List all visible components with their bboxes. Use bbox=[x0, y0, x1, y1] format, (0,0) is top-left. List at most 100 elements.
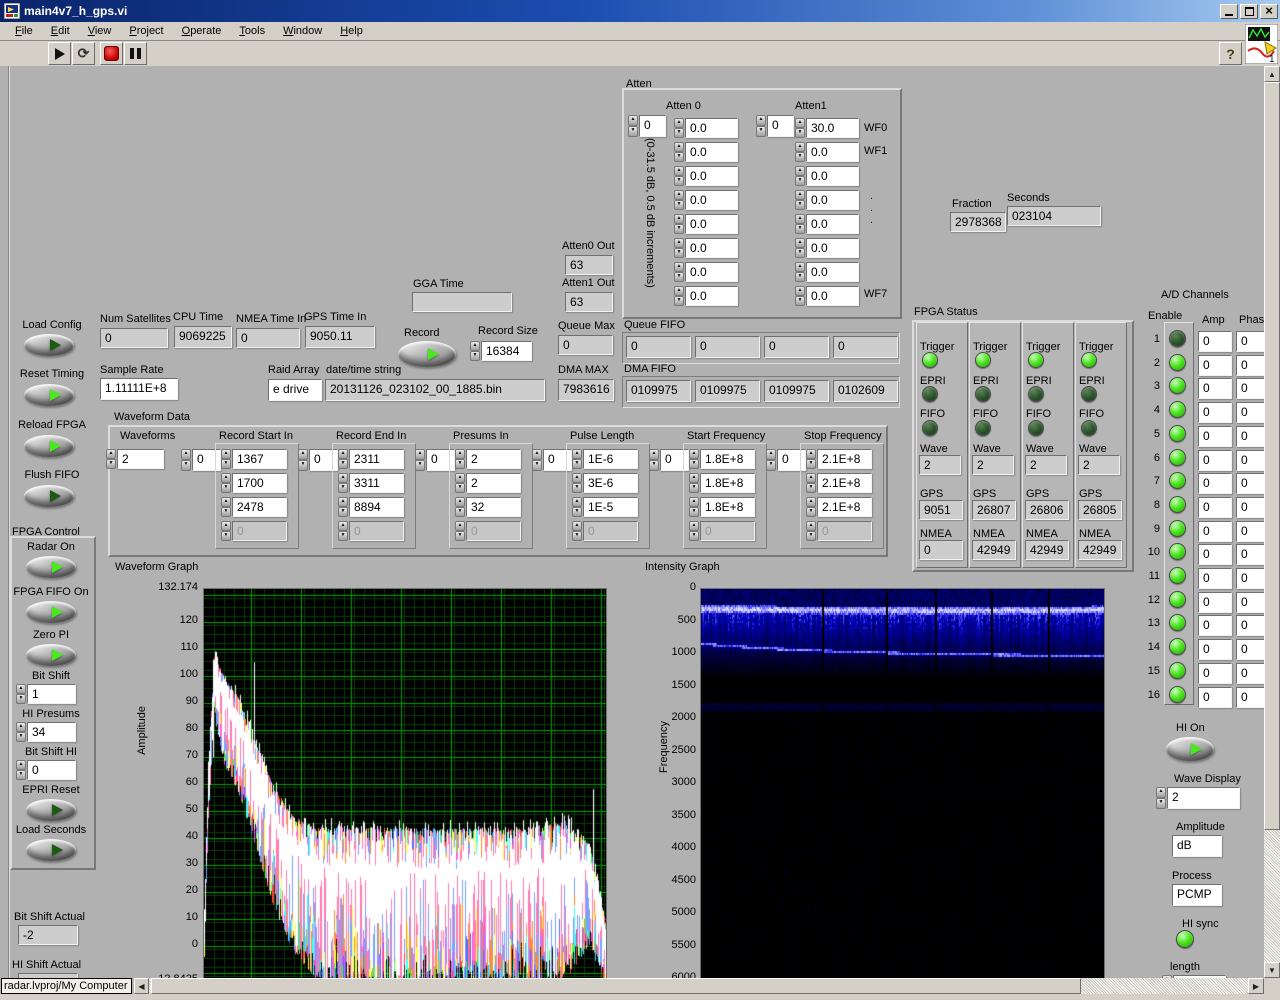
scroll-down-icon[interactable]: ▼ bbox=[1264, 962, 1280, 978]
wfd-value-value[interactable]: 8894 bbox=[349, 497, 404, 517]
decrement-icon[interactable]: ▼ bbox=[16, 732, 26, 742]
decrement-icon[interactable]: ▼ bbox=[674, 272, 684, 282]
amp-input[interactable]: 0 bbox=[1198, 331, 1232, 352]
decrement-icon[interactable]: ▼ bbox=[221, 507, 231, 517]
horizontal-scrollbar[interactable]: ▶ bbox=[149, 978, 1264, 994]
menu-edit[interactable]: Edit bbox=[42, 23, 79, 39]
decrement-icon[interactable]: ▼ bbox=[795, 200, 805, 210]
atten0-index-value[interactable]: 0 bbox=[639, 115, 666, 137]
increment-icon[interactable]: ▲ bbox=[16, 760, 26, 770]
increment-icon[interactable]: ▲ bbox=[795, 190, 805, 200]
wfd-value[interactable]: ▲ ▼ 1367 bbox=[221, 449, 287, 469]
atten0-value[interactable]: ▲ ▼ 0.0 bbox=[674, 214, 738, 234]
decrement-icon[interactable]: ▼ bbox=[795, 224, 805, 234]
pause-button[interactable] bbox=[124, 42, 147, 65]
atten0-value[interactable]: ▲ ▼ 0.0 bbox=[674, 262, 738, 282]
increment-icon[interactable]: ▲ bbox=[338, 473, 348, 483]
run-continuous-button[interactable]: ⟳ bbox=[72, 42, 95, 65]
decrement-icon[interactable]: ▼ bbox=[221, 531, 231, 541]
project-tab[interactable]: radar.lvproj/My Computer bbox=[1, 978, 132, 994]
increment-icon[interactable]: ▲ bbox=[572, 473, 582, 483]
increment-icon[interactable]: ▲ bbox=[674, 238, 684, 248]
wfd-value-value[interactable]: 1.8E+8 bbox=[700, 473, 755, 493]
wfd-value-value[interactable]: 0 bbox=[466, 521, 521, 541]
wfd-value-value[interactable]: 2.1E+8 bbox=[817, 449, 872, 469]
wfd-value[interactable]: ▲ ▼ 3311 bbox=[338, 473, 404, 493]
increment-icon[interactable]: ▲ bbox=[16, 722, 26, 732]
wfd-value-value[interactable]: 0 bbox=[583, 521, 638, 541]
decrement-icon[interactable]: ▼ bbox=[674, 296, 684, 306]
menu-project[interactable]: Project bbox=[120, 23, 172, 39]
decrement-icon[interactable]: ▼ bbox=[106, 459, 116, 469]
record-size-input[interactable]: ▲ ▼ 16384 bbox=[470, 341, 532, 361]
phase-input[interactable]: 0 bbox=[1236, 686, 1264, 708]
decrement-icon[interactable]: ▼ bbox=[689, 459, 699, 469]
decrement-icon[interactable]: ▼ bbox=[756, 126, 766, 137]
hi-on-button[interactable] bbox=[1166, 737, 1214, 761]
increment-icon[interactable]: ▲ bbox=[221, 473, 231, 483]
increment-icon[interactable]: ▲ bbox=[572, 449, 582, 459]
atten0-value-value[interactable]: 0.0 bbox=[685, 118, 738, 138]
decrement-icon[interactable]: ▼ bbox=[674, 176, 684, 186]
increment-icon[interactable]: ▲ bbox=[674, 142, 684, 152]
input-bit-shift[interactable]: ▲ ▼ 1 bbox=[16, 684, 76, 704]
decrement-icon[interactable]: ▼ bbox=[298, 460, 308, 471]
vertical-scroll-thumb[interactable] bbox=[1264, 82, 1280, 830]
increment-icon[interactable]: ▲ bbox=[649, 449, 659, 460]
atten0-value[interactable]: ▲ ▼ 0.0 bbox=[674, 142, 738, 162]
wfd-value[interactable]: ▲ ▼ 1E-5 bbox=[572, 497, 638, 517]
menu-window[interactable]: Window bbox=[274, 23, 331, 39]
increment-icon[interactable]: ▲ bbox=[628, 115, 638, 126]
atten0-value[interactable]: ▲ ▼ 0.0 bbox=[674, 118, 738, 138]
wfd-value[interactable]: ▲ ▼ 2.1E+8 bbox=[806, 497, 872, 517]
abort-button[interactable] bbox=[100, 42, 123, 65]
atten1-value[interactable]: ▲ ▼ 0.0 bbox=[795, 166, 859, 186]
increment-icon[interactable]: ▲ bbox=[689, 449, 699, 459]
enable-led[interactable] bbox=[1169, 353, 1186, 371]
increment-icon[interactable]: ▲ bbox=[106, 449, 116, 459]
decrement-icon[interactable]: ▼ bbox=[795, 272, 805, 282]
phase-input[interactable]: 0 bbox=[1236, 425, 1264, 447]
increment-icon[interactable]: ▲ bbox=[806, 473, 816, 483]
atten1-value[interactable]: ▲ ▼ 0.0 bbox=[795, 238, 859, 258]
increment-icon[interactable]: ▲ bbox=[795, 118, 805, 128]
amp-input[interactable]: 0 bbox=[1198, 639, 1232, 661]
decrement-icon[interactable]: ▼ bbox=[674, 248, 684, 258]
increment-icon[interactable]: ▲ bbox=[806, 497, 816, 507]
decrement-icon[interactable]: ▼ bbox=[628, 126, 638, 137]
wave-display-input[interactable]: ▲ ▼ 2 bbox=[1156, 787, 1240, 809]
enable-led[interactable] bbox=[1169, 401, 1186, 419]
wave-display-input-value[interactable]: 2 bbox=[1167, 787, 1240, 809]
increment-icon[interactable]: ▲ bbox=[221, 449, 231, 459]
decrement-icon[interactable]: ▼ bbox=[674, 152, 684, 162]
decrement-icon[interactable]: ▼ bbox=[470, 351, 480, 361]
decrement-icon[interactable]: ▼ bbox=[674, 200, 684, 210]
increment-icon[interactable]: ▲ bbox=[455, 449, 465, 459]
increment-icon[interactable]: ▲ bbox=[455, 521, 465, 531]
atten1-value[interactable]: ▲ ▼ 30.0 bbox=[795, 118, 859, 138]
increment-icon[interactable]: ▲ bbox=[795, 238, 805, 248]
increment-icon[interactable]: ▲ bbox=[674, 166, 684, 176]
menu-view[interactable]: View bbox=[79, 23, 121, 39]
wfd-value[interactable]: ▲ ▼ 32 bbox=[455, 497, 521, 517]
amp-input[interactable]: 0 bbox=[1198, 473, 1232, 495]
decrement-icon[interactable]: ▼ bbox=[455, 531, 465, 541]
decrement-icon[interactable]: ▼ bbox=[795, 176, 805, 186]
decrement-icon[interactable]: ▼ bbox=[572, 531, 582, 541]
decrement-icon[interactable]: ▼ bbox=[795, 152, 805, 162]
enable-led[interactable] bbox=[1169, 685, 1186, 703]
wfd-value-value[interactable]: 2 bbox=[466, 449, 521, 469]
atten0-value-value[interactable]: 0.0 bbox=[685, 286, 738, 306]
button-zero-pi[interactable] bbox=[26, 644, 76, 666]
wfd-value-value[interactable]: 1700 bbox=[232, 473, 287, 493]
atten0-value-value[interactable]: 0.0 bbox=[685, 262, 738, 282]
increment-icon[interactable]: ▲ bbox=[470, 341, 480, 351]
run-button[interactable] bbox=[48, 42, 71, 65]
phase-input[interactable]: 0 bbox=[1236, 496, 1264, 518]
record-button[interactable] bbox=[398, 341, 456, 367]
wfd-value[interactable]: ▲ ▼ 0 bbox=[455, 521, 521, 541]
enable-led[interactable] bbox=[1169, 638, 1186, 656]
increment-icon[interactable]: ▲ bbox=[689, 521, 699, 531]
wfd-value[interactable]: ▲ ▼ 2 bbox=[455, 449, 521, 469]
atten1-value[interactable]: ▲ ▼ 0.0 bbox=[795, 142, 859, 162]
